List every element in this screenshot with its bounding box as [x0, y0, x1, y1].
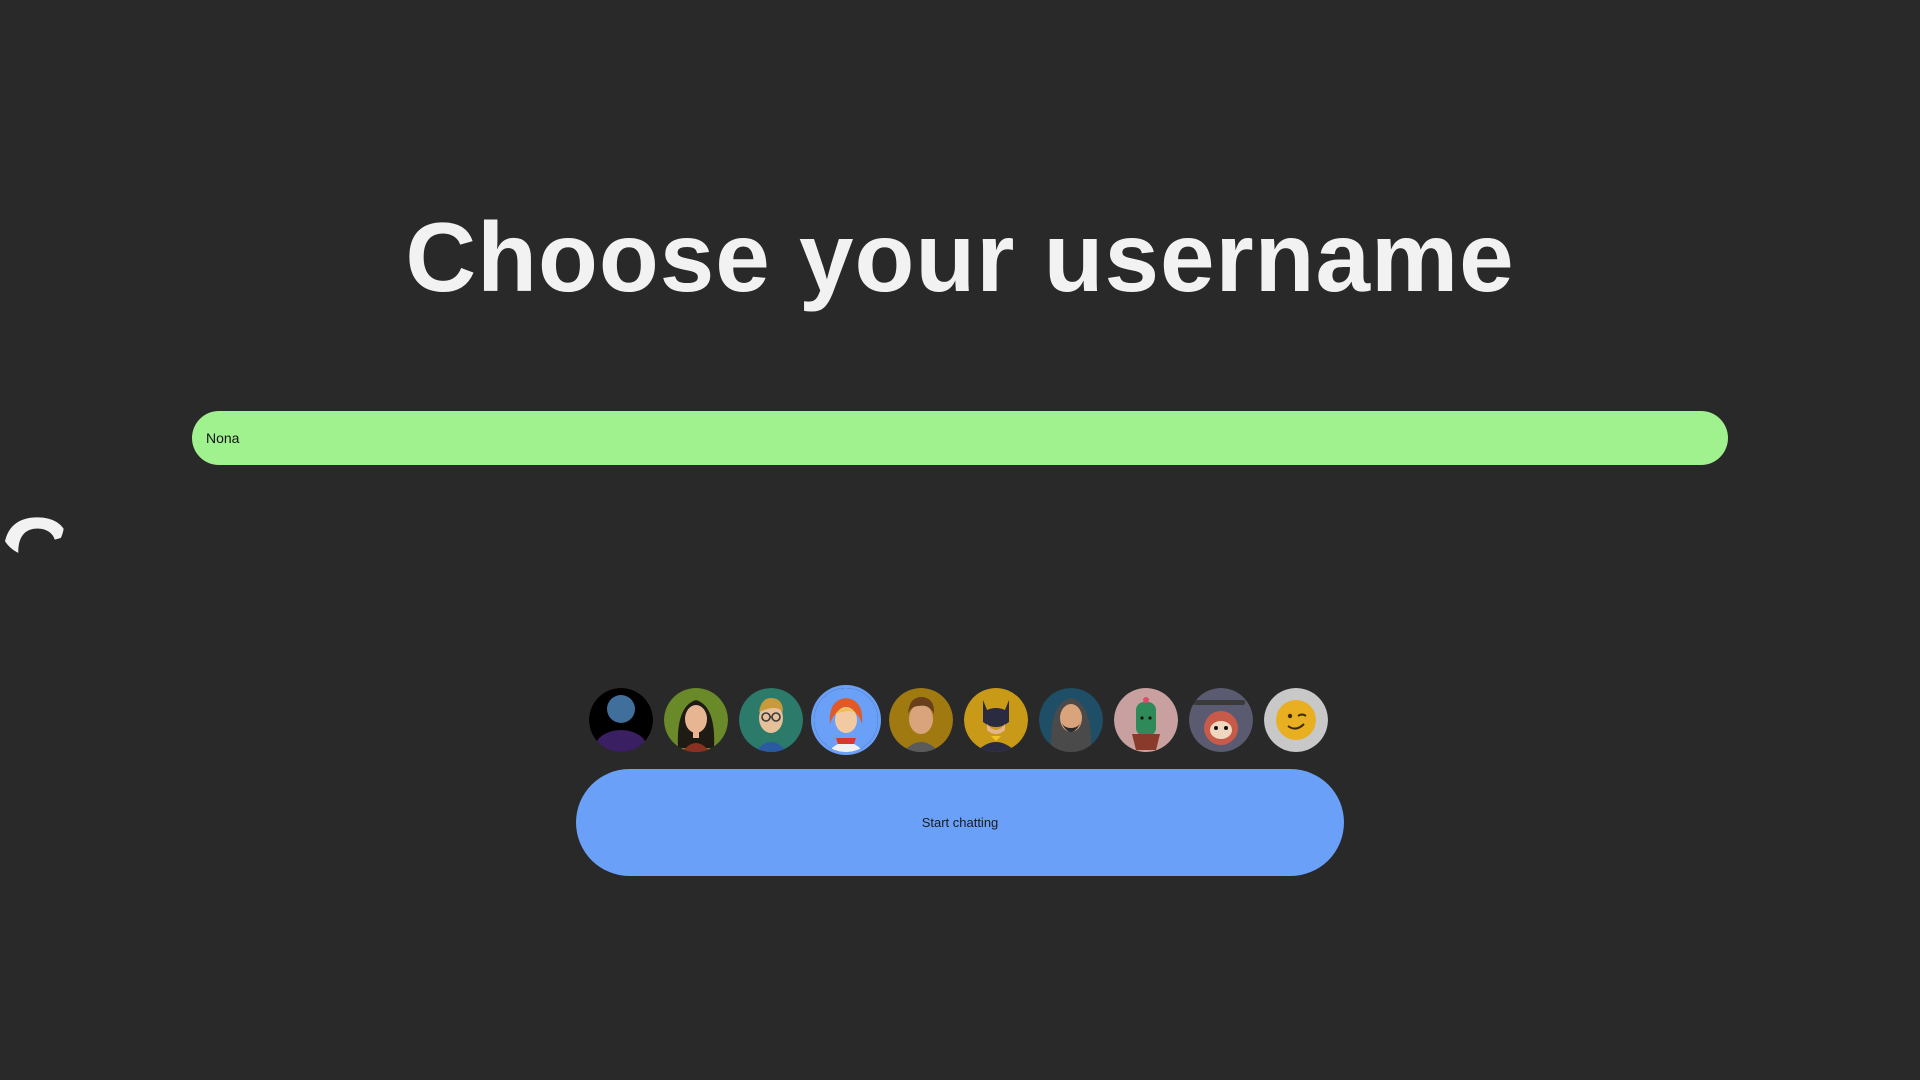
avatar-option-9[interactable] [1189, 688, 1253, 752]
avatar-picker [589, 688, 1328, 752]
brown-hair-man-icon [889, 688, 953, 752]
username-input[interactable] [192, 411, 1728, 465]
avatar-heading: Choose your avatar [0, 497, 64, 556]
batman-icon [964, 688, 1028, 752]
avatar-option-8[interactable] [1114, 688, 1178, 752]
red-hair-girl-icon [814, 688, 878, 752]
username-heading: Choose your username [405, 202, 1515, 312]
long-hair-woman-icon [664, 688, 728, 752]
avatar-option-2[interactable] [664, 688, 728, 752]
avatar-option-5[interactable] [889, 688, 953, 752]
avatar-option-4[interactable] [814, 688, 878, 752]
avatar-option-6[interactable] [964, 688, 1028, 752]
winking-emoji-icon [1264, 688, 1328, 752]
start-chatting-button[interactable]: Start chatting [576, 769, 1344, 876]
avatar-option-10[interactable] [1264, 688, 1328, 752]
glasses-man-icon [739, 688, 803, 752]
login-page: Choose your username Choose your avatar [0, 0, 1920, 1080]
cactus-icon [1114, 688, 1178, 752]
sloth-icon [1189, 688, 1253, 752]
default-person-icon [589, 688, 653, 752]
avatar-option-1[interactable] [589, 688, 653, 752]
avatar-option-3[interactable] [739, 688, 803, 752]
avatar-option-7[interactable] [1039, 688, 1103, 752]
bearded-hooded-man-icon [1039, 688, 1103, 752]
